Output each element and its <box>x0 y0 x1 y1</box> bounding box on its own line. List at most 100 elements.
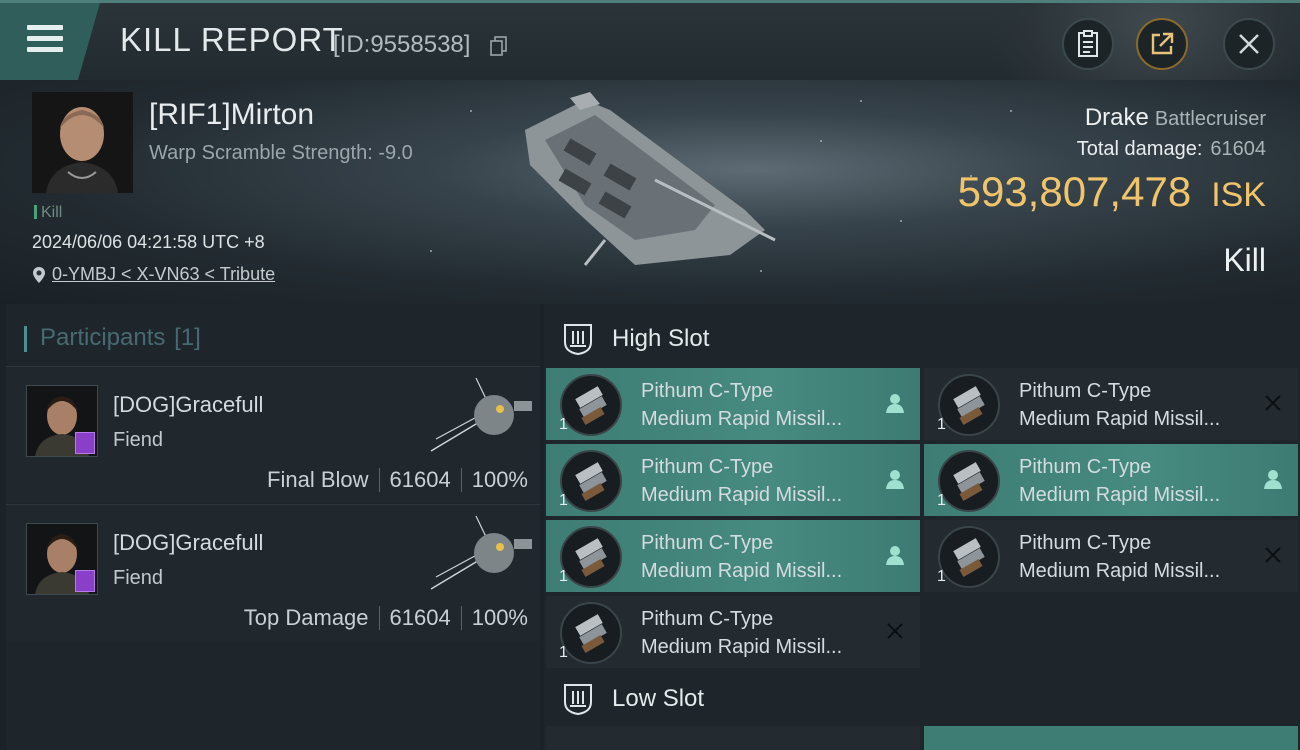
role-badge <box>75 432 95 454</box>
module-quantity: 1 <box>937 568 946 585</box>
missile-launcher-icon <box>560 374 622 436</box>
module-tile[interactable]: 1 Pithum C-Type Medium Rapid Missil... <box>546 520 920 592</box>
module-name: Pithum C-Type <box>641 608 774 630</box>
module-type: Medium Rapid Missil... <box>641 560 843 582</box>
missile-launcher-icon <box>560 526 622 588</box>
share-icon <box>1151 32 1174 55</box>
participant-stats: Top Damage 61604 100% <box>244 605 528 631</box>
low-slot-icon <box>564 684 592 716</box>
participants-title: Participants [1] <box>24 324 201 352</box>
close-button[interactable] <box>1223 18 1275 70</box>
report-id: [ID:9558538] <box>333 31 471 58</box>
ship-image <box>525 92 776 266</box>
clipboard-icon <box>1078 30 1098 57</box>
dropped-user-icon <box>1262 468 1284 490</box>
participant-damage: 61604 <box>389 605 451 630</box>
victim-name[interactable]: [RIF1]Mirton <box>149 98 314 132</box>
page-title: KILL REPORT <box>120 21 344 58</box>
missile-launcher-icon <box>938 526 1000 588</box>
ship-class: Battlecruiser <box>1154 108 1266 130</box>
high-slot-icon <box>564 324 592 356</box>
participant-row[interactable]: [DOG]Gracefull Fiend Final Blow 61604 10… <box>6 366 540 503</box>
destroyed-x-icon <box>1262 544 1284 566</box>
participant-stats: Final Blow 61604 100% <box>267 467 528 493</box>
participant-ship: Fiend <box>113 567 164 589</box>
module-quantity: 1 <box>559 568 568 585</box>
module-quantity: 1 <box>559 644 568 661</box>
participant-name[interactable]: [DOG]Gracefull <box>113 530 263 556</box>
location-pin-icon <box>33 266 45 283</box>
dropped-user-icon <box>884 392 906 414</box>
participant-avatar[interactable] <box>26 523 98 595</box>
missile-launcher-icon <box>938 374 1000 436</box>
kill-result: Kill <box>1223 242 1266 278</box>
participant-row[interactable]: [DOG]Gracefull Fiend Top Damage 61604 10… <box>6 504 540 641</box>
close-icon <box>1239 34 1259 54</box>
destroyed-x-icon <box>1262 392 1284 414</box>
low-slot-label: Low Slot <box>612 685 705 712</box>
total-damage-value: 61604 <box>1210 138 1266 160</box>
module-tile[interactable]: 1 Pithum C-Type Medium Rapid Missil... <box>546 596 920 668</box>
high-slot-header: High Slot <box>544 308 1300 368</box>
module-tile[interactable]: 1 Pithum C-Type Medium Rapid Missil... <box>546 368 920 440</box>
module-tile[interactable]: 1 Pithum C-Type Medium Rapid Missil... <box>924 520 1298 592</box>
participant-percent: 100% <box>471 467 528 492</box>
participant-percent: 100% <box>471 605 528 630</box>
participant-damage: 61604 <box>389 467 451 492</box>
kill-tag: Kill <box>34 204 62 222</box>
share-button[interactable] <box>1136 18 1188 70</box>
clipboard-button[interactable] <box>1062 18 1114 70</box>
module-type: Medium Rapid Missil... <box>1019 560 1221 582</box>
victim-summary: [RIF1]Mirton Warp Scramble Strength: -9.… <box>0 80 1300 304</box>
module-quantity: 1 <box>559 492 568 509</box>
module-type: Medium Rapid Missil... <box>641 408 843 430</box>
participants-count: [1] <box>174 324 201 351</box>
copy-icon[interactable] <box>490 36 508 56</box>
victim-avatar[interactable] <box>32 92 133 193</box>
menu-button[interactable] <box>0 3 100 80</box>
isk-value: 593,807,478 ISK <box>957 168 1266 215</box>
module-name: Pithum C-Type <box>1019 532 1152 554</box>
portrait-icon <box>32 92 133 193</box>
missile-launcher-icon <box>938 450 1000 512</box>
participant-name[interactable]: [DOG]Gracefull <box>113 392 263 418</box>
participant-ship: Fiend <box>113 429 164 451</box>
module-tile[interactable]: 1 Pithum C-Type Medium Rapid Missil... <box>924 368 1298 440</box>
warp-scramble-strength: Warp Scramble Strength: -9.0 <box>149 142 413 164</box>
location-link[interactable]: 0-YMBJ < X-VN63 < Tribute <box>52 264 275 285</box>
isk-unit: ISK <box>1211 176 1266 214</box>
module-type: Medium Rapid Missil... <box>1019 484 1221 506</box>
dropped-user-icon <box>884 544 906 566</box>
participant-avatar[interactable] <box>26 385 98 457</box>
missile-launcher-icon <box>560 602 622 664</box>
menu-icon <box>27 25 63 53</box>
participant-role: Top Damage <box>243 605 369 630</box>
module-quantity: 1 <box>937 416 946 433</box>
low-slot-module-peek[interactable] <box>924 726 1298 750</box>
destroyed-x-icon <box>884 620 906 642</box>
ship-type[interactable]: Drake Battlecruiser <box>1085 104 1266 132</box>
role-badge <box>75 570 95 592</box>
dropped-user-icon <box>884 468 906 490</box>
participant-role: Final Blow <box>267 467 369 492</box>
header-bar: KILL REPORT [ID:9558538] <box>0 0 1300 80</box>
module-tile[interactable]: 1 Pithum C-Type Medium Rapid Missil... <box>546 444 920 516</box>
fitting-panel: High Slot 1 Pithum C-Type Medium Rapid Mis… <box>544 304 1300 750</box>
module-quantity: 1 <box>937 492 946 509</box>
module-name: Pithum C-Type <box>1019 456 1152 478</box>
total-damage: Total damage: 61604 <box>1076 138 1266 160</box>
low-slot-header: Low Slot <box>544 668 1300 728</box>
kill-location[interactable]: 0-YMBJ < X-VN63 < Tribute <box>32 264 275 285</box>
module-name: Pithum C-Type <box>641 532 774 554</box>
module-tile[interactable]: 1 Pithum C-Type Medium Rapid Missil... <box>924 444 1298 516</box>
drone-ship-icon <box>430 515 532 590</box>
kill-datetime: 2024/06/06 04:21:58 UTC +8 <box>32 232 265 252</box>
module-type: Medium Rapid Missil... <box>1019 408 1221 430</box>
module-name: Pithum C-Type <box>1019 380 1152 402</box>
kill-report-screen: KILL REPORT [ID:9558538] [RIF1]Mirton Wa… <box>0 0 1300 750</box>
module-name: Pithum C-Type <box>641 380 774 402</box>
low-slot-module-peek[interactable] <box>546 726 920 750</box>
missile-launcher-icon <box>560 450 622 512</box>
participants-panel: Participants [1] [DOG]Gracefull Fiend Fi… <box>6 304 540 750</box>
module-quantity: 1 <box>559 416 568 433</box>
